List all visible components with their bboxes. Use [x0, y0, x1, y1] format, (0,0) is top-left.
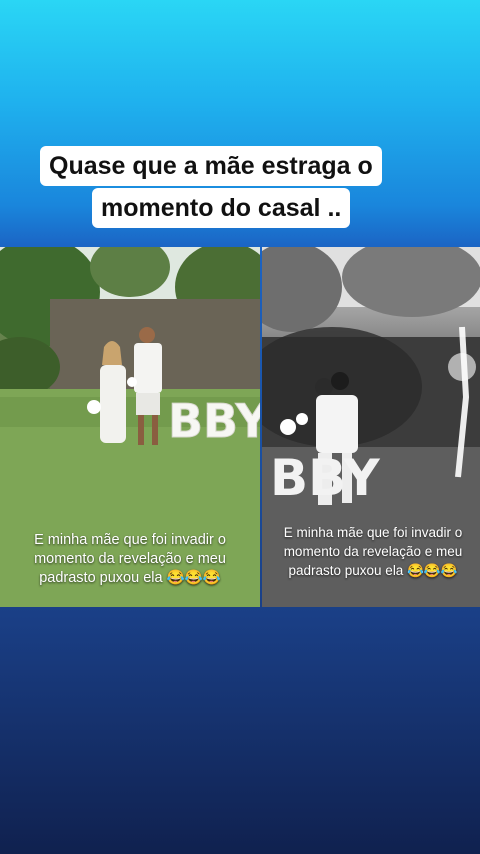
right-caption: E minha mãe que foi invadir o momento da…	[283, 525, 463, 578]
video-collage: BBY E minha mãe que foi invadir o moment…	[0, 247, 480, 607]
title-line-2: momento do casal ..	[92, 188, 351, 228]
title-banner: Quase que a mãe estraga o momento do cas…	[40, 146, 440, 230]
title-line-1: Quase que a mãe estraga o	[40, 146, 382, 186]
baby-sign-text: BBY	[168, 394, 260, 448]
left-photo-panel: BBY E minha mãe que foi invadir o moment…	[0, 247, 260, 607]
left-caption: E minha mãe que foi invadir o momento da…	[34, 532, 226, 586]
baby-sign-text-bw: BBY	[270, 449, 380, 507]
right-photo-panel: BBY E minha mãe que foi invadir o moment…	[262, 247, 480, 607]
